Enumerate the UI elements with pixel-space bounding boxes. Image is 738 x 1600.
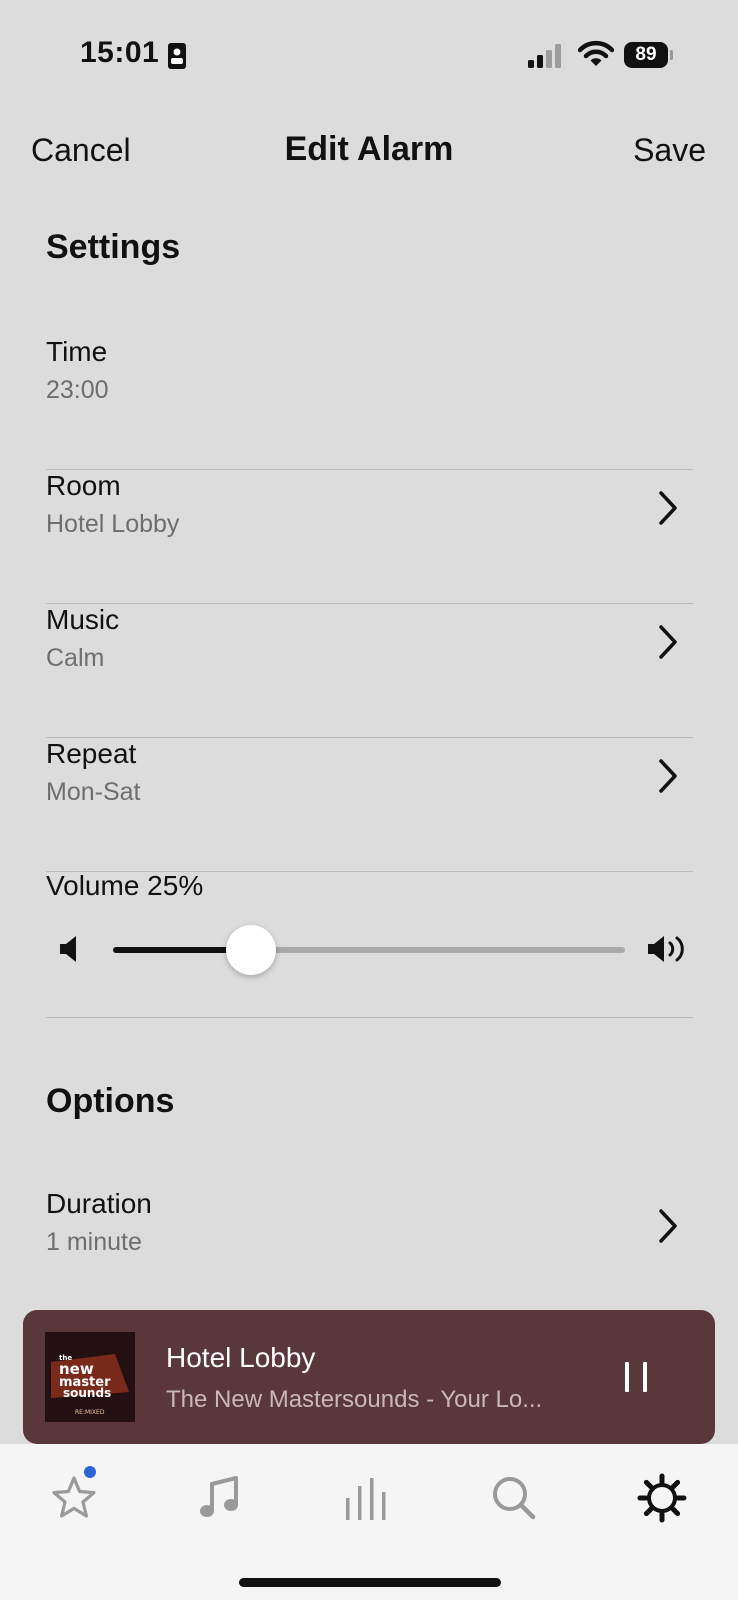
music-value: Calm	[46, 644, 105, 672]
album-art: the new master sounds RE:MIXED	[45, 1332, 135, 1422]
chevron-right-icon	[659, 1209, 677, 1243]
tab-bar	[0, 1444, 738, 1600]
volume-slider-thumb[interactable]	[226, 925, 277, 975]
duration-label: Duration	[46, 1188, 152, 1219]
star-icon	[52, 1476, 96, 1518]
tab-favorites[interactable]	[46, 1470, 102, 1526]
options-heading: Options	[46, 1082, 175, 1120]
status-bar: 15:01 89	[0, 0, 738, 110]
now-playing-bar[interactable]: the new master sounds RE:MIXED Hotel Lob…	[23, 1310, 715, 1444]
tab-browse[interactable]	[192, 1470, 248, 1526]
album-art-text-5: RE:MIXED	[75, 1409, 105, 1416]
pause-button[interactable]	[619, 1360, 653, 1394]
home-indicator	[239, 1578, 501, 1587]
repeat-value: Mon-Sat	[46, 778, 141, 806]
volume-control: Volume 25%	[46, 870, 693, 1018]
album-art-text-4: sounds	[63, 1386, 111, 1400]
room-row[interactable]: Room Hotel Lobby	[46, 470, 693, 604]
time-row[interactable]: Time 23:00	[46, 336, 693, 470]
volume-high-icon	[648, 936, 684, 962]
now-playing-subtitle: The New Mastersounds - Your Lo...	[166, 1386, 543, 1413]
repeat-label: Repeat	[46, 738, 137, 769]
duration-value: 1 minute	[46, 1228, 142, 1256]
volume-slider[interactable]	[113, 925, 625, 975]
equalizer-bars-icon	[346, 1478, 386, 1520]
chevron-right-icon	[659, 625, 677, 659]
gear-icon	[637, 1473, 687, 1523]
notification-badge	[84, 1466, 96, 1478]
room-label: Room	[46, 470, 121, 501]
status-time: 15:01	[80, 36, 160, 69]
now-playing-title: Hotel Lobby	[166, 1342, 316, 1373]
music-note-icon	[200, 1476, 238, 1517]
chevron-right-icon	[659, 759, 677, 793]
music-label: Music	[46, 604, 120, 635]
duration-row[interactable]: Duration 1 minute	[46, 1188, 693, 1322]
repeat-row[interactable]: Repeat Mon-Sat	[46, 738, 693, 872]
search-icon	[493, 1477, 536, 1520]
cellular-signal-icon	[528, 44, 561, 68]
tab-rooms[interactable]	[340, 1470, 396, 1526]
pause-icon	[625, 1362, 629, 1392]
save-button[interactable]: Save	[633, 132, 706, 169]
tab-search[interactable]	[486, 1470, 542, 1526]
volume-label: Volume 25%	[46, 870, 204, 901]
battery-level: 89	[624, 42, 668, 68]
wifi-icon	[578, 40, 614, 66]
time-value: 23:00	[46, 376, 109, 404]
id-card-icon	[168, 43, 186, 69]
battery-icon: 89	[624, 42, 673, 68]
settings-heading: Settings	[46, 228, 181, 266]
tab-settings[interactable]	[634, 1470, 690, 1526]
album-art-image: the new master sounds RE:MIXED	[45, 1332, 135, 1422]
page-title: Edit Alarm	[284, 130, 454, 168]
music-row[interactable]: Music Calm	[46, 604, 693, 738]
volume-low-icon	[60, 936, 76, 962]
time-label: Time	[46, 336, 108, 367]
room-value: Hotel Lobby	[46, 510, 180, 538]
chevron-right-icon	[659, 491, 677, 525]
